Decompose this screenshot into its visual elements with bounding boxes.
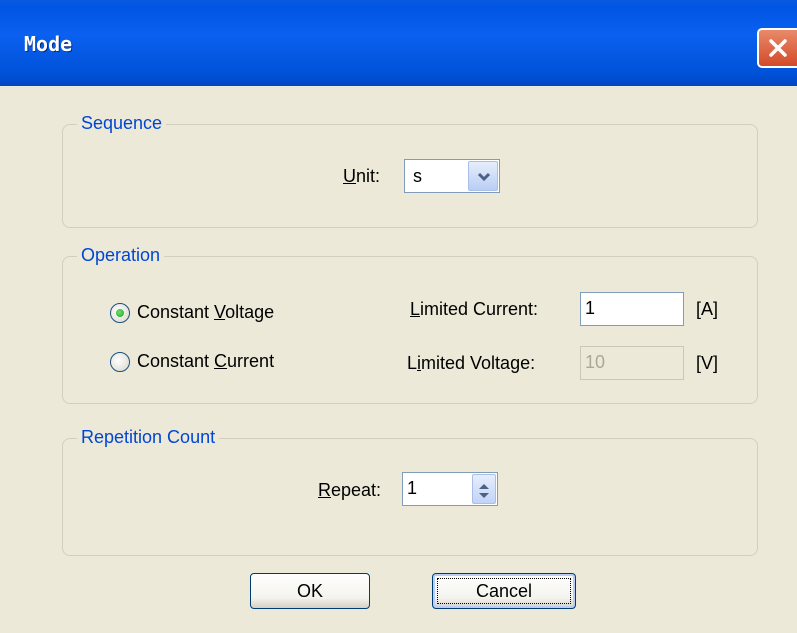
sequence-legend: Sequence — [77, 113, 167, 134]
close-icon — [769, 39, 787, 57]
title-bar[interactable]: Mode — [0, 0, 797, 86]
window-title: Mode — [24, 32, 73, 56]
radio-selected-dot — [116, 309, 124, 317]
limited-current-label: Limited Current: — [410, 299, 539, 319]
unit-label: Unit: — [343, 166, 381, 186]
limited-current-unit: [A] — [696, 299, 719, 319]
limited-voltage-input[interactable]: 10 — [580, 346, 684, 380]
dialog-body: Sequence Unit: s Operation Constant Volt… — [0, 86, 797, 633]
ok-button[interactable]: OK — [250, 573, 370, 609]
limited-voltage-label: Limited Voltage: — [407, 353, 536, 373]
unit-combobox[interactable]: s — [404, 159, 500, 193]
unit-dropdown-button[interactable] — [468, 161, 498, 191]
constant-voltage-radio[interactable] — [110, 303, 130, 323]
cancel-button[interactable]: Cancel — [432, 573, 576, 609]
limited-current-input[interactable]: 1 — [580, 292, 684, 326]
repeat-spinbox[interactable]: 1 — [402, 472, 498, 506]
repeat-label: Repeat: — [318, 480, 382, 500]
constant-voltage-label[interactable]: Constant Voltage — [137, 302, 274, 323]
spin-arrows-icon — [479, 484, 489, 498]
operation-legend: Operation — [77, 245, 165, 266]
limited-voltage-unit: [V] — [696, 353, 719, 373]
constant-current-radio[interactable] — [110, 352, 130, 372]
constant-current-label[interactable]: Constant Current — [137, 351, 274, 372]
repetition-count-legend: Repetition Count — [77, 427, 220, 448]
close-button[interactable] — [757, 28, 797, 68]
chevron-down-icon — [477, 172, 491, 182]
repeat-value: 1 — [407, 478, 418, 498]
unit-value: s — [413, 166, 422, 186]
repeat-spin-buttons[interactable] — [472, 474, 496, 504]
operation-group: Operation — [62, 245, 758, 404]
